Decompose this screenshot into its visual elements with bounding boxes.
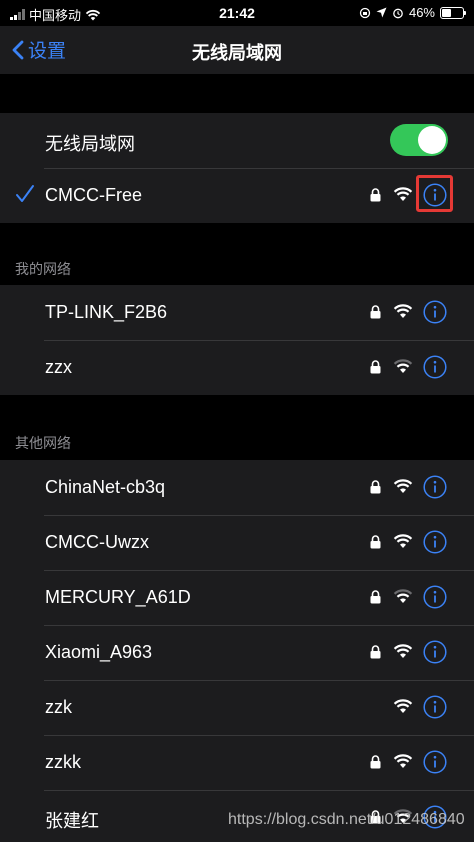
- network-name: zzk: [45, 697, 72, 717]
- wifi-signal-icon: [393, 534, 413, 548]
- wifi-signal-icon: [393, 699, 413, 713]
- network-row[interactable]: zzx: [0, 340, 474, 395]
- page-title: 无线局域网: [192, 43, 282, 63]
- lock-icon: [370, 305, 381, 319]
- nav-bar: 设置 无线局域网: [0, 26, 474, 74]
- network-name: MERCURY_A61D: [45, 587, 191, 607]
- my-networks-header: 我的网络: [15, 261, 71, 277]
- orientation-lock-icon: [359, 7, 371, 18]
- network-name: TP-LINK_F2B6: [45, 302, 168, 322]
- lock-icon: [370, 188, 381, 202]
- info-icon[interactable]: [423, 355, 447, 379]
- lock-icon: [370, 645, 381, 659]
- wifi-signal-icon: [393, 644, 413, 658]
- other-networks-header: 其他网络: [15, 435, 71, 451]
- wifi-signal-icon: [393, 359, 413, 373]
- other-networks-group: ChinaNet-cb3q CMCC-Uwzx MERCURY_A61D Xiaomi…: [0, 460, 474, 842]
- battery-percent: 46%: [408, 5, 435, 20]
- wifi-toggle[interactable]: [390, 124, 448, 156]
- location-icon: [376, 7, 387, 18]
- info-icon[interactable]: [423, 750, 447, 774]
- info-icon[interactable]: [423, 695, 447, 719]
- network-row[interactable]: MERCURY_A61D: [0, 570, 474, 625]
- highlight-box: [416, 175, 453, 212]
- battery-icon: [440, 6, 466, 19]
- watermark: https://blog.csdn.net/u012486840: [228, 811, 465, 828]
- info-icon[interactable]: [423, 585, 447, 609]
- checkmark-icon: [16, 185, 34, 202]
- network-row[interactable]: TP-LINK_F2B6: [0, 285, 474, 340]
- status-bar: 中国移动 21:42 46%: [0, 0, 474, 26]
- network-row[interactable]: zzk: [0, 680, 474, 735]
- wifi-signal-icon: [393, 754, 413, 768]
- wifi-toggle-label: 无线局域网: [45, 134, 135, 154]
- wifi-toggle-row: 无线局域网: [0, 113, 474, 168]
- toggle-knob: [418, 126, 446, 154]
- info-icon[interactable]: [423, 530, 447, 554]
- info-icon[interactable]: [423, 300, 447, 324]
- my-networks-group: TP-LINK_F2B6zzx: [0, 285, 474, 395]
- lock-icon: [370, 360, 381, 374]
- wifi-group: 无线局域网 CMCC-Free: [0, 113, 474, 223]
- lock-icon: [370, 480, 381, 494]
- current-network-name: CMCC-Free: [45, 185, 142, 205]
- network-row[interactable]: ChinaNet-cb3q: [0, 460, 474, 515]
- current-network-row[interactable]: CMCC-Free: [0, 168, 474, 223]
- wifi-signal-icon: [393, 304, 413, 318]
- network-row[interactable]: Xiaomi_A963: [0, 625, 474, 680]
- network-row[interactable]: zzkk: [0, 735, 474, 790]
- lock-icon: [370, 590, 381, 604]
- wifi-signal-icon: [393, 187, 413, 201]
- wifi-signal-icon: [393, 479, 413, 493]
- info-icon[interactable]: [423, 640, 447, 664]
- info-icon[interactable]: [423, 475, 447, 499]
- network-name: 张建红: [45, 811, 99, 831]
- network-name: ChinaNet-cb3q: [45, 477, 166, 497]
- alarm-icon: [393, 8, 403, 18]
- network-row[interactable]: CMCC-Uwzx: [0, 515, 474, 570]
- network-name: zzx: [45, 357, 72, 377]
- network-name: Xiaomi_A963: [45, 642, 153, 662]
- wifi-signal-icon: [393, 589, 413, 603]
- network-name: zzkk: [45, 752, 81, 772]
- network-name: CMCC-Uwzx: [45, 532, 149, 552]
- lock-icon: [370, 755, 381, 769]
- lock-icon: [370, 535, 381, 549]
